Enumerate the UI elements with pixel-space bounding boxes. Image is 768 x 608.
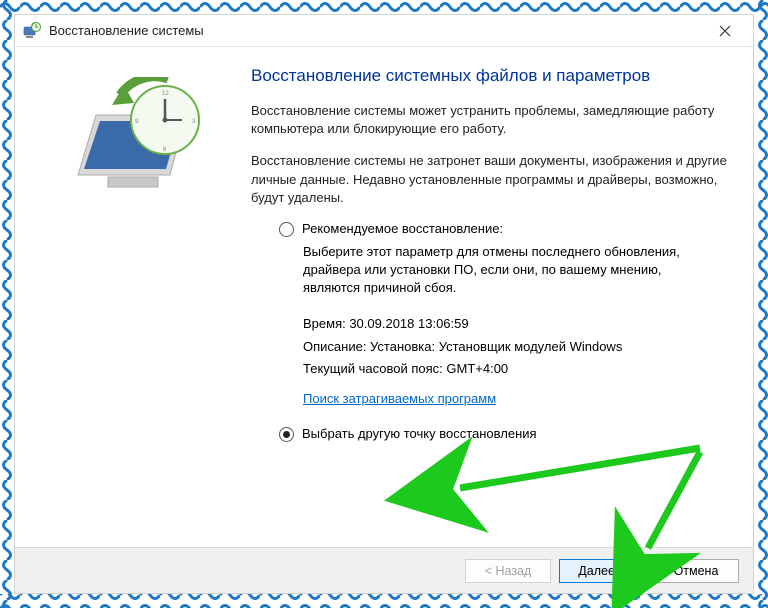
radio-recommended-label: Рекомендуемое восстановление: bbox=[302, 221, 503, 236]
svg-text:12: 12 bbox=[162, 91, 169, 97]
dialog-body: 12 3 6 9 Восстановление системных файлов… bbox=[15, 47, 753, 547]
restore-options: Рекомендуемое восстановление: Выберите э… bbox=[251, 221, 729, 442]
radio-choose-other-label: Выбрать другую точку восстановления bbox=[302, 426, 537, 441]
intro-paragraph-1: Восстановление системы может устранить п… bbox=[251, 102, 729, 138]
recommended-details: Выберите этот параметр для отмены послед… bbox=[279, 243, 729, 426]
radio-icon bbox=[279, 427, 294, 442]
content-column: Восстановление системных файлов и параме… bbox=[243, 65, 729, 535]
titlebar: Восстановление системы bbox=[15, 15, 753, 47]
close-button[interactable] bbox=[705, 17, 745, 45]
page-heading: Восстановление системных файлов и параме… bbox=[251, 65, 729, 88]
radio-recommended[interactable]: Рекомендуемое восстановление: bbox=[279, 221, 729, 237]
system-restore-icon bbox=[23, 22, 41, 40]
restore-timezone: Текущий часовой пояс: GMT+4:00 bbox=[303, 360, 719, 378]
next-button[interactable]: Далее > bbox=[559, 559, 645, 583]
restore-description: Описание: Установка: Установщик модулей … bbox=[303, 338, 719, 356]
back-button: < Назад bbox=[465, 559, 551, 583]
dialog-footer: < Назад Далее > Отмена bbox=[15, 547, 753, 593]
restore-time: Время: 30.09.2018 13:06:59 bbox=[303, 315, 719, 333]
radio-choose-other[interactable]: Выбрать другую точку восстановления bbox=[279, 426, 729, 442]
radio-icon bbox=[279, 222, 294, 237]
affected-programs-link[interactable]: Поиск затрагиваемых программ bbox=[303, 390, 496, 408]
hero-column: 12 3 6 9 bbox=[33, 65, 243, 535]
recommended-description: Выберите этот параметр для отмены послед… bbox=[303, 243, 719, 298]
intro-paragraph-2: Восстановление системы не затронет ваши … bbox=[251, 152, 729, 207]
system-restore-hero-icon: 12 3 6 9 bbox=[68, 77, 208, 217]
dialog-window: Восстановление системы bbox=[14, 14, 754, 594]
window-title: Восстановление системы bbox=[49, 23, 705, 38]
cancel-button[interactable]: Отмена bbox=[653, 559, 739, 583]
